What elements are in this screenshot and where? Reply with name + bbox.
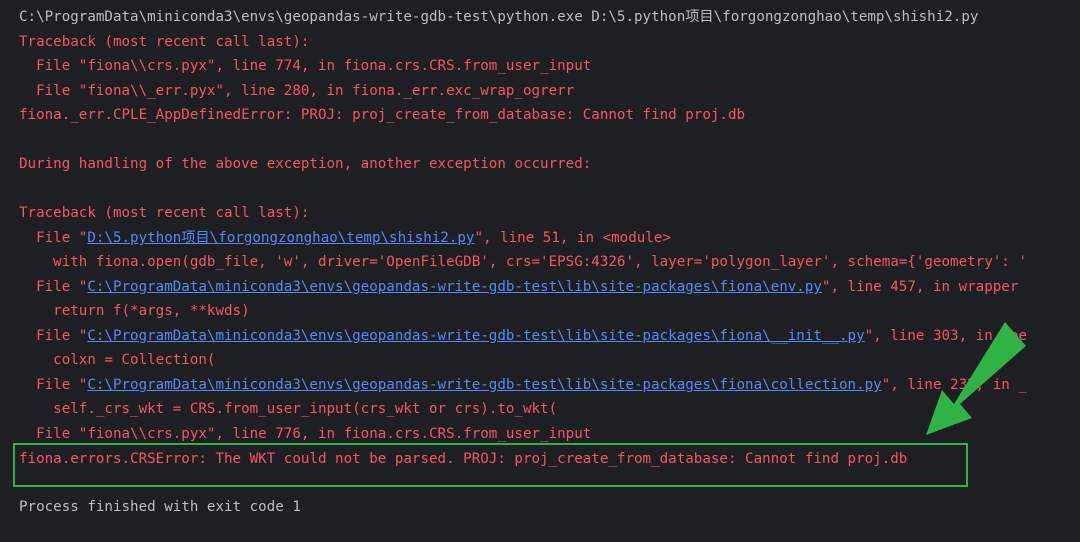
traceback-frame: File "C:\ProgramData\miniconda3\envs\geo… <box>19 325 1027 347</box>
frame-suffix: ", line 51, in <module> <box>474 230 671 246</box>
traceback-frame: File "fiona\\_err.pyx", line 280, in fio… <box>19 83 575 99</box>
file-link-env[interactable]: C:\ProgramData\miniconda3\envs\geopandas… <box>87 279 822 295</box>
error-message: fiona._err.CPLE_AppDefinedError: PROJ: p… <box>19 107 746 123</box>
frame-prefix: File " <box>19 328 88 344</box>
code-snippet: with fiona.open(gdb_file, 'w', driver='O… <box>19 254 1027 270</box>
traceback-frame: File "C:\ProgramData\miniconda3\envs\geo… <box>19 374 1027 396</box>
frame-suffix: ", line 232, in _ <box>881 377 1027 393</box>
file-link-shishi2[interactable]: D:\5.python项目\forgongzonghao\temp\shishi… <box>87 230 474 246</box>
traceback-frame: File "fiona\\crs.pyx", line 776, in fion… <box>19 426 592 442</box>
frame-prefix: File " <box>19 377 88 393</box>
frame-prefix: File " <box>19 279 88 295</box>
traceback-frame: File "C:\ProgramData\miniconda3\envs\geo… <box>19 276 1018 298</box>
code-snippet: return f(*args, **kwds) <box>19 303 250 319</box>
frame-prefix: File " <box>19 230 88 246</box>
chained-exception-message: During handling of the above exception, … <box>19 156 592 172</box>
code-snippet: colxn = Collection( <box>19 352 216 368</box>
traceback-frame: File "D:\5.python项目\forgongzonghao\temp\… <box>19 227 671 249</box>
command-line: C:\ProgramData\miniconda3\envs\geopandas… <box>19 9 979 25</box>
traceback-frame: File "fiona\\crs.pyx", line 774, in fion… <box>19 58 592 74</box>
frame-suffix: ", line 303, in ope <box>864 328 1027 344</box>
exit-status: Process finished with exit code 1 <box>19 499 301 515</box>
run-console: C:\ProgramData\miniconda3\envs\geopandas… <box>0 0 1080 542</box>
file-link-collection[interactable]: C:\ProgramData\miniconda3\envs\geopandas… <box>87 377 881 393</box>
traceback-header-2: Traceback (most recent call last): <box>19 205 310 221</box>
code-snippet: self._crs_wkt = CRS.from_user_input(crs_… <box>19 401 558 417</box>
traceback-header-1: Traceback (most recent call last): <box>19 34 310 50</box>
file-link-init[interactable]: C:\ProgramData\miniconda3\envs\geopandas… <box>87 328 864 344</box>
frame-suffix: ", line 457, in wrapper <box>821 279 1019 295</box>
error-highlight-box <box>13 443 968 487</box>
